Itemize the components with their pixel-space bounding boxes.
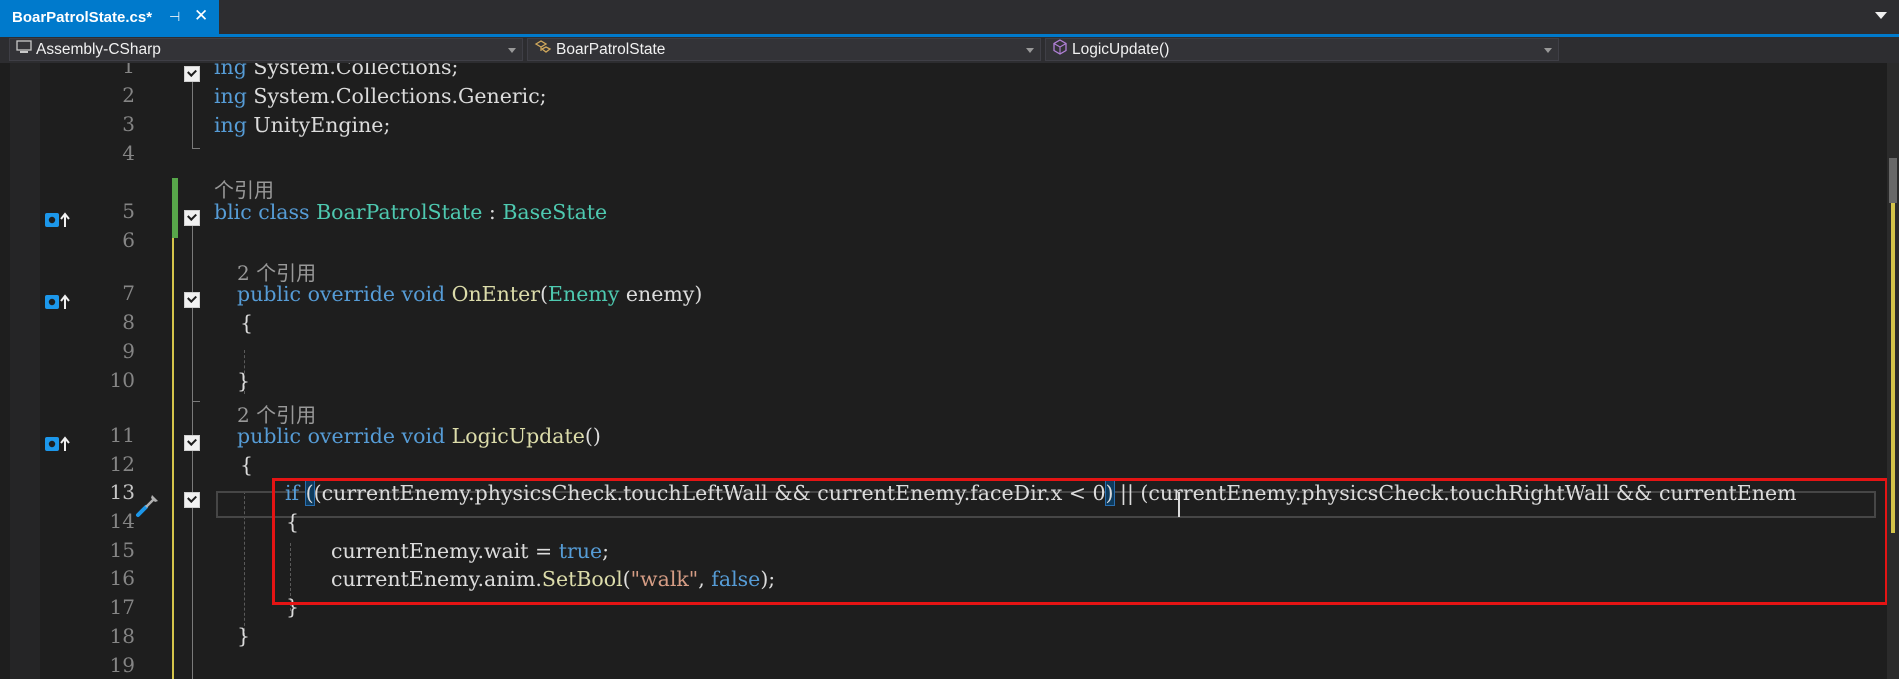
code-line-3[interactable]: ing UnityEngine; [214,111,390,140]
tab-title: BoarPatrolState.cs* [12,8,153,26]
line-number: 15 [109,538,135,562]
collapse-toggle[interactable] [184,292,200,308]
outline-line [192,148,200,149]
quick-actions-icon[interactable] [134,491,162,524]
pin-icon[interactable]: ⊣ [169,9,180,25]
method-icon [1052,38,1068,61]
line-number: 13 [109,480,135,504]
line-number: 3 [122,112,135,136]
unsaved-change-marker [172,238,174,679]
collapse-toggle[interactable] [184,492,200,508]
code-line-5[interactable]: blic class BoarPatrolState : BaseState [214,198,607,227]
line-number: 8 [122,310,135,334]
indicator-margin [10,63,40,679]
line-number: 6 [122,228,135,252]
line-number: 4 [122,141,135,165]
override-icon[interactable] [44,211,72,229]
line-number: 17 [109,595,135,619]
code-line-12[interactable]: { [240,451,253,480]
collapse-toggle[interactable] [184,435,200,451]
project-label: Assembly-CSharp [36,41,161,58]
code-line-11[interactable]: public override void LogicUpdate() [237,422,601,451]
scrollbar-change-marker [1891,203,1895,533]
highlight-annotation-box [272,478,1888,605]
tab-list-dropdown-icon[interactable] [1875,12,1887,19]
code-line-10[interactable]: } [237,367,250,396]
document-tab-bar: BoarPatrolState.cs* ⊣ ✕ [0,0,1899,34]
code-line-2[interactable]: ing System.Collections.Generic; [214,82,547,111]
vertical-scrollbar[interactable] [1887,63,1899,679]
close-icon[interactable]: ✕ [194,6,208,26]
override-icon[interactable] [44,435,72,453]
member-label: LogicUpdate() [1072,41,1170,58]
outline-line [192,82,193,148]
line-number: 18 [109,624,135,648]
line-number: 10 [109,368,135,392]
project-icon [16,39,32,60]
chevron-down-icon [508,48,516,53]
collapse-toggle[interactable] [184,210,200,226]
code-line-18[interactable]: } [237,622,250,651]
chevron-down-icon [1026,48,1034,53]
project-dropdown[interactable]: Assembly-CSharp [9,38,523,61]
code-line-8[interactable]: { [240,309,253,338]
outline-line [192,401,200,402]
scrollbar-thumb[interactable] [1889,158,1897,203]
class-icon [534,39,552,61]
line-number: 16 [109,566,135,590]
line-number: 2 [122,83,135,107]
type-label: BoarPatrolState [556,41,666,58]
member-dropdown[interactable]: LogicUpdate() [1045,38,1559,61]
line-number: 12 [109,452,135,476]
type-dropdown[interactable]: BoarPatrolState [527,38,1041,61]
line-number: 19 [109,653,135,677]
override-icon[interactable] [44,293,72,311]
collapse-toggle[interactable] [184,66,200,82]
navigation-bar: Assembly-CSharp BoarPatrolState LogicUpd… [0,37,1899,63]
chevron-down-icon [1544,48,1552,53]
tab-boarpatrolstate[interactable]: BoarPatrolState.cs* ⊣ ✕ [0,0,219,34]
line-number: 9 [122,339,135,363]
line-number: 1 [122,63,135,78]
code-line-1[interactable]: ing System.Collections; [214,63,458,82]
saved-change-marker [172,178,178,238]
code-line-7[interactable]: public override void OnEnter(Enemy enemy… [237,280,702,309]
line-number: 14 [109,509,135,533]
